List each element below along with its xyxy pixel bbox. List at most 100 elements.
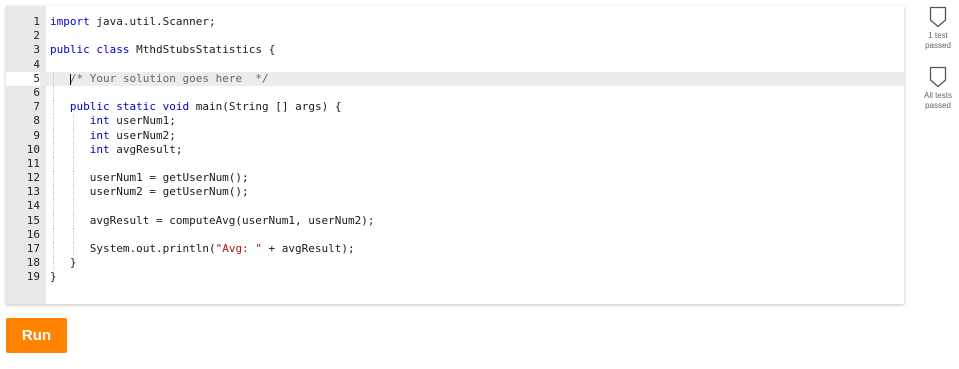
code-keyword: int [89, 128, 110, 142]
indent-guide [73, 242, 75, 257]
code-token: avgResult; [109, 142, 183, 156]
indent-guide [53, 85, 55, 101]
code-token: } [50, 270, 57, 284]
indent-guide [53, 156, 55, 172]
code-line[interactable]: 12 userNum1 = getUserNum(); [6, 171, 904, 186]
code-token: userNum2 = getUserNum(); [50, 185, 249, 199]
code-text: System.out.println("Avg: " + avgResult); [50, 242, 355, 256]
line-number: 2 [33, 29, 40, 43]
code-line[interactable]: 2 [6, 29, 904, 43]
code-text: int userNum2; [50, 129, 176, 143]
indent-guide [53, 199, 55, 214]
indent-guide [53, 171, 55, 186]
code-line[interactable]: 11 [6, 156, 904, 172]
code-line[interactable]: 13 userNum2 = getUserNum(); [6, 185, 904, 200]
code-text: } [50, 270, 57, 284]
indent-guide [53, 114, 55, 129]
shield-outline-icon [929, 6, 947, 28]
line-number: 19 [26, 270, 40, 284]
test-status-all-tests: All tests passed [918, 66, 958, 111]
test-status-one-test: 1 test passed [918, 6, 958, 51]
line-number: 14 [26, 199, 40, 213]
indent-guide [73, 114, 75, 129]
code-token: userNum1 = getUserNum(); [50, 171, 249, 185]
code-line[interactable]: 14 [6, 199, 904, 214]
indent-guide [73, 227, 75, 242]
indent-guide [53, 256, 55, 271]
indent-guide [53, 185, 55, 200]
line-number: 10 [26, 142, 40, 156]
line-number: 8 [33, 114, 40, 128]
indent-guide [53, 100, 55, 115]
code-token: userNum2; [109, 128, 176, 142]
code-keyword: int [89, 142, 110, 156]
code-line[interactable]: 16 [6, 227, 904, 242]
code-string: "Avg: " [215, 242, 262, 255]
code-keyword: void [162, 100, 190, 114]
indent-guide [53, 213, 55, 228]
code-text: userNum1 = getUserNum(); [50, 171, 249, 185]
code-text: int avgResult; [50, 142, 183, 157]
code-comment: /* Your solution goes here */ [69, 71, 269, 85]
line-number: 16 [26, 227, 40, 241]
run-button[interactable]: Run [6, 318, 67, 353]
test-status-label-line1: 1 test [928, 31, 948, 40]
indent-guide [73, 171, 75, 186]
line-number: 18 [26, 256, 40, 270]
indent-guide [73, 213, 75, 228]
code-line[interactable]: 18 } [6, 256, 904, 271]
line-number: 12 [26, 171, 40, 185]
line-number: 7 [33, 100, 40, 114]
code-line[interactable]: 17 System.out.println("Avg: " + avgResul… [6, 242, 904, 257]
code-line[interactable]: 15 avgResult = computeAvg(userNum1, user… [6, 213, 904, 228]
code-keyword: public [50, 43, 90, 57]
indent-guide [73, 199, 75, 214]
code-line[interactable]: 1 import java.util.Scanner; [6, 15, 904, 29]
code-text: int userNum1; [50, 114, 176, 128]
indent-guide [73, 156, 75, 172]
code-text: avgResult = computeAvg(userNum1, userNum… [50, 214, 375, 228]
line-number: 4 [33, 57, 40, 71]
code-editor[interactable]: 1 import java.util.Scanner; 2 3 public class… [6, 6, 904, 304]
code-lines[interactable]: 1 import java.util.Scanner; 2 3 public class… [6, 15, 904, 285]
code-line[interactable]: 10 int avgResult; [6, 142, 904, 157]
indent-guide [73, 128, 75, 143]
line-number: 15 [26, 213, 40, 227]
code-text: public class MthdStubsStatistics { [50, 43, 275, 57]
shield-outline-icon [929, 66, 947, 88]
code-line[interactable]: 6 [6, 85, 904, 101]
code-line[interactable]: 19} [6, 270, 904, 284]
indent-guide [53, 71, 55, 86]
code-text: /* Your solution goes here */ [50, 72, 269, 86]
indent-guide [53, 142, 55, 157]
line-number: 17 [26, 242, 40, 255]
indent-guide [73, 142, 75, 157]
indent-guide [53, 128, 55, 143]
code-token: System.out.println( [50, 242, 216, 255]
test-status-label-line1: All tests [923, 91, 952, 100]
test-status-label-line2: passed [925, 41, 951, 50]
code-line[interactable]: 4 [6, 58, 904, 72]
code-text: public static void main(String [] args) … [50, 100, 342, 114]
code-line[interactable]: 3 public class MthdStubsStatistics { [6, 43, 904, 57]
code-line[interactable]: 8 int userNum1; [6, 114, 904, 129]
code-text: import java.util.Scanner; [50, 15, 216, 29]
code-keyword: static [116, 100, 156, 114]
indent-guide [53, 227, 55, 242]
code-keyword: class [96, 43, 130, 57]
line-number: 9 [33, 128, 40, 142]
line-number: 6 [33, 85, 40, 99]
code-token: avgResult = computeAvg(userNum1, userNum… [50, 213, 375, 227]
code-token: main(String [] args) { [189, 100, 342, 114]
code-line[interactable]: 7 public static void main(String [] args… [6, 100, 904, 115]
indent-guide [53, 242, 55, 257]
line-number: 1 [33, 15, 40, 28]
code-token: userNum1; [109, 114, 176, 128]
code-token: + avgResult); [261, 242, 355, 255]
code-line[interactable]: 9 int userNum2; [6, 128, 904, 143]
code-keyword: import [50, 15, 90, 28]
code-line[interactable]: 5 /* Your solution goes here */ [6, 71, 904, 86]
